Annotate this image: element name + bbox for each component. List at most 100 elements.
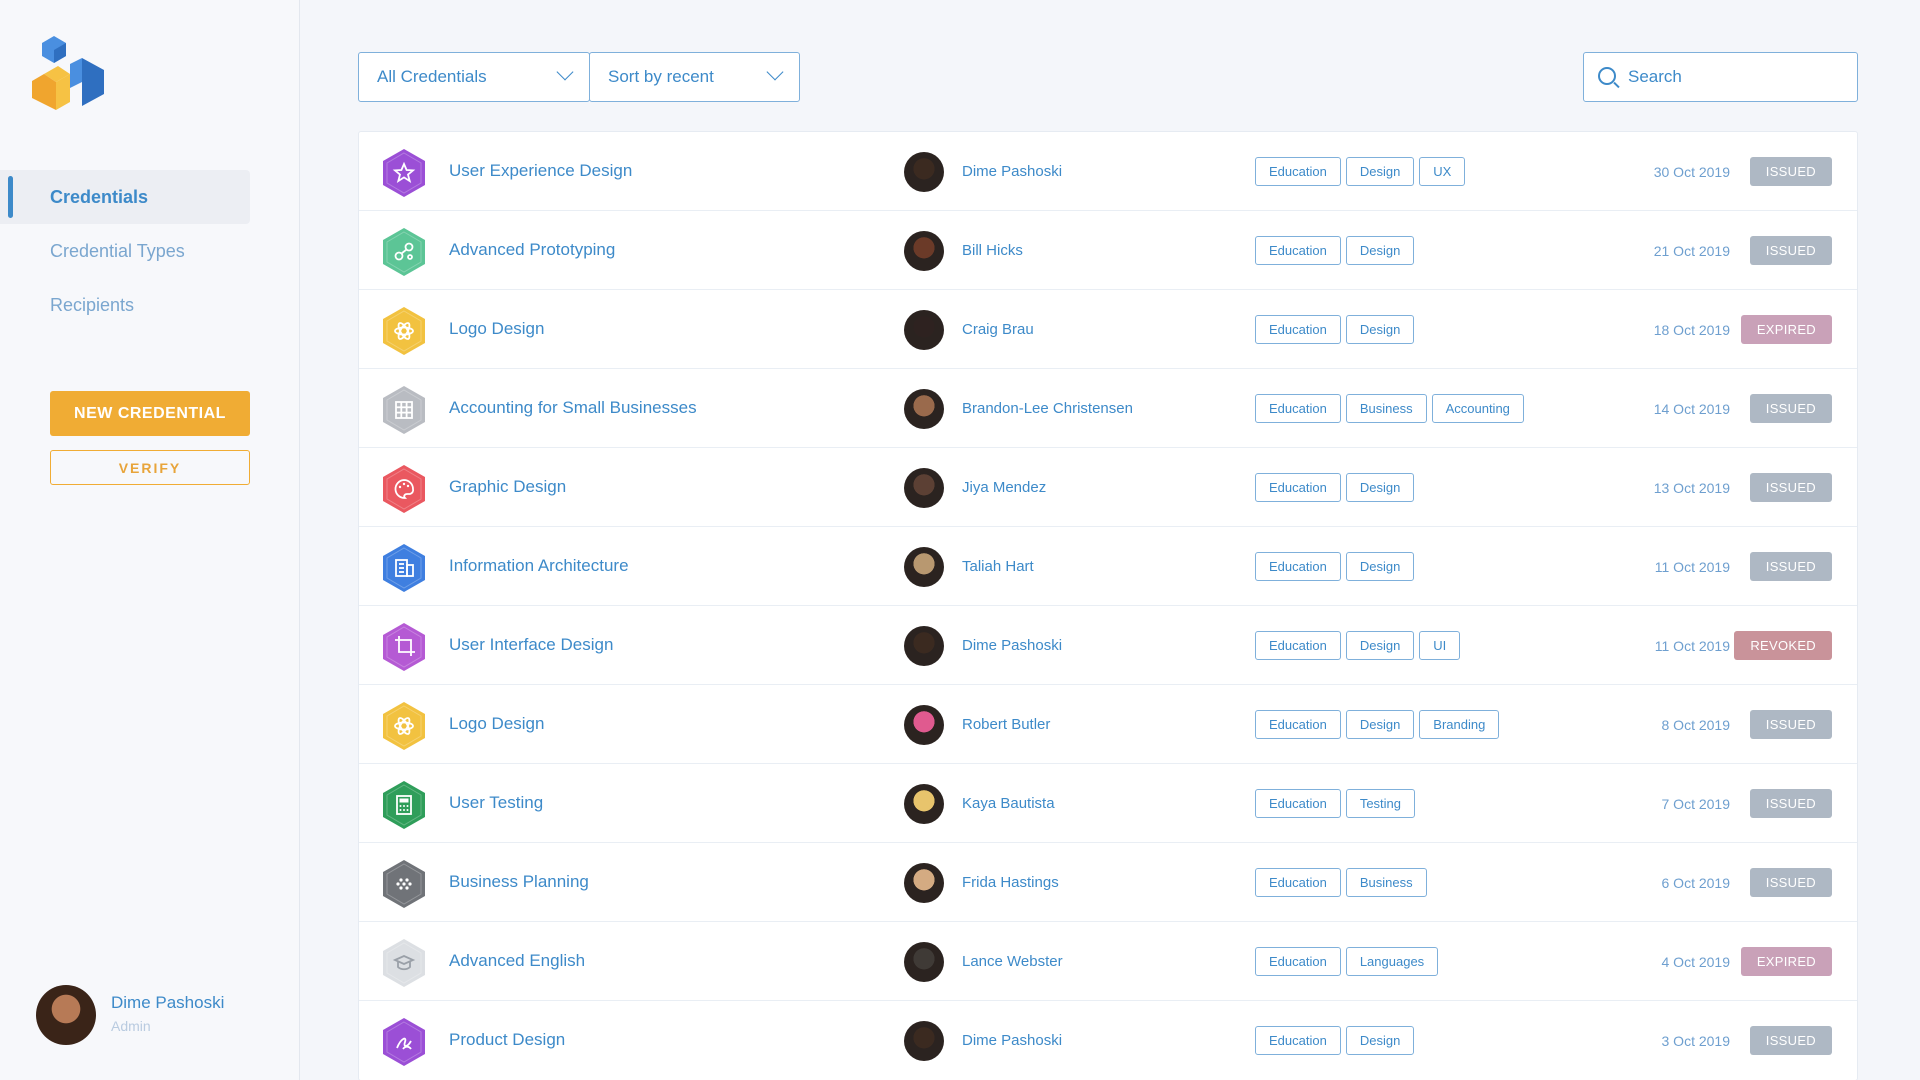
status-badge: ISSUED (1749, 394, 1832, 423)
recipient-name[interactable]: Taliah Hart (962, 558, 1034, 575)
recipient-name[interactable]: Kaya Bautista (962, 795, 1055, 812)
table-row[interactable]: Advanced Prototyping Bill Hicks Education D… (359, 211, 1857, 290)
tag[interactable]: Design (1345, 631, 1415, 660)
tag[interactable]: Testing (1345, 789, 1416, 818)
table-row[interactable]: User Experience Design Dime Pashoski Educa… (359, 132, 1857, 211)
recipient-name[interactable]: Craig Brau (962, 321, 1034, 338)
issue-date: 30 Oct 2019 (1653, 164, 1730, 180)
recipient-name[interactable]: Dime Pashoski (962, 1032, 1062, 1049)
atom-icon (381, 701, 427, 751)
tag[interactable]: Education (1255, 789, 1341, 818)
tag-list: Education Design UI (1255, 631, 1461, 660)
user-avatar (36, 985, 96, 1045)
tag[interactable]: Education (1255, 631, 1341, 660)
tag-list: Education Design (1255, 552, 1415, 581)
credential-name[interactable]: Product Design (449, 1030, 565, 1050)
search-box[interactable] (1583, 52, 1858, 102)
recipient-avatar (904, 784, 944, 824)
tag-list: Education Languages (1255, 947, 1439, 976)
graduation-cap-icon (381, 938, 427, 988)
dots-icon (381, 859, 427, 909)
user-role: Admin (111, 1018, 151, 1034)
tag[interactable]: Education (1255, 552, 1341, 581)
tag[interactable]: Design (1345, 552, 1415, 581)
credential-name[interactable]: User Experience Design (449, 161, 632, 181)
sidebar-item-credential-types[interactable]: Credential Types (0, 224, 250, 278)
sidebar-item-recipients[interactable]: Recipients (0, 278, 250, 332)
current-user[interactable]: Dime Pashoski Admin (36, 985, 286, 1045)
tag[interactable]: Education (1255, 157, 1341, 186)
sort-select[interactable]: Sort by recent (589, 52, 800, 102)
credential-name[interactable]: Graphic Design (449, 477, 566, 497)
recipient-name[interactable]: Jiya Mendez (962, 479, 1046, 496)
tag[interactable]: Education (1255, 473, 1341, 502)
credential-name[interactable]: Advanced English (449, 951, 585, 971)
credential-name[interactable]: Logo Design (449, 714, 544, 734)
recipient-name[interactable]: Frida Hastings (962, 874, 1059, 891)
sidebar-item-credentials[interactable]: Credentials (0, 170, 250, 224)
issue-date: 11 Oct 2019 (1654, 559, 1730, 575)
recipient-name[interactable]: Brandon-Lee Christensen (962, 400, 1133, 417)
status-badge: ISSUED (1749, 236, 1832, 265)
tag[interactable]: UI (1419, 631, 1461, 660)
tag[interactable]: Business (1345, 394, 1427, 423)
tag[interactable]: UX (1419, 157, 1466, 186)
table-row[interactable]: User Testing Kaya Bautista Education Testin… (359, 764, 1857, 843)
recipient-name[interactable]: Bill Hicks (962, 242, 1023, 259)
recipient-avatar (904, 389, 944, 429)
issue-date: 21 Oct 2019 (1653, 243, 1730, 259)
verify-button[interactable]: VERIFY (50, 450, 250, 485)
recipient-avatar (904, 626, 944, 666)
recipient-name[interactable]: Dime Pashoski (962, 163, 1062, 180)
new-credential-button[interactable]: NEW CREDENTIAL (50, 391, 250, 436)
tag[interactable]: Education (1255, 868, 1341, 897)
tag[interactable]: Languages (1345, 947, 1439, 976)
table-row[interactable]: Product Design Dime Pashoski Education Desi… (359, 1001, 1857, 1080)
credential-name[interactable]: User Testing (449, 793, 543, 813)
table-row[interactable]: Logo Design Robert Butler Education Design B… (359, 685, 1857, 764)
issue-date: 8 Oct 2019 (1661, 717, 1731, 733)
tag[interactable]: Accounting (1431, 394, 1524, 423)
table-row[interactable]: Information Architecture Taliah Hart Educa… (359, 527, 1857, 606)
tag[interactable]: Branding (1419, 710, 1500, 739)
main-content: All Credentials Sort by recent User Expe… (300, 0, 1920, 1080)
tag[interactable]: Education (1255, 710, 1341, 739)
credential-name[interactable]: Information Architecture (449, 556, 629, 576)
recipient-name[interactable]: Dime Pashoski (962, 637, 1062, 654)
credential-name[interactable]: Logo Design (449, 319, 544, 339)
credential-filter-value: All Credentials (377, 67, 487, 86)
tag[interactable]: Design (1345, 710, 1415, 739)
credential-name[interactable]: User Interface Design (449, 635, 613, 655)
credential-name[interactable]: Advanced Prototyping (449, 240, 615, 260)
recipient-avatar (904, 705, 944, 745)
app-logo (32, 36, 104, 110)
credential-name[interactable]: Accounting for Small Businesses (449, 398, 697, 418)
tag[interactable]: Design (1345, 473, 1415, 502)
sidebar: Credentials Credential Types Recipients NE… (0, 0, 300, 1080)
recipient-name[interactable]: Lance Webster (962, 953, 1063, 970)
table-row[interactable]: User Interface Design Dime Pashoski Educat… (359, 606, 1857, 685)
tag[interactable]: Education (1255, 315, 1341, 344)
credential-filter-select[interactable]: All Credentials (358, 52, 590, 102)
tag[interactable]: Education (1255, 236, 1341, 265)
search-input[interactable] (1628, 63, 1848, 91)
recipient-name[interactable]: Robert Butler (962, 716, 1050, 733)
tag[interactable]: Education (1255, 947, 1341, 976)
search-icon (1598, 67, 1616, 85)
status-badge: ISSUED (1749, 710, 1832, 739)
tag[interactable]: Education (1255, 1026, 1341, 1055)
table-row[interactable]: Logo Design Craig Brau Education Design 18 O… (359, 290, 1857, 369)
credential-name[interactable]: Business Planning (449, 872, 589, 892)
tag[interactable]: Design (1345, 315, 1415, 344)
table-row[interactable]: Graphic Design Jiya Mendez Education Design… (359, 448, 1857, 527)
table-row[interactable]: Accounting for Small Businesses Brandon-L… (359, 369, 1857, 448)
tag[interactable]: Design (1345, 157, 1415, 186)
tag[interactable]: Design (1345, 1026, 1415, 1055)
tag[interactable]: Design (1345, 236, 1415, 265)
table-row[interactable]: Advanced English Lance Webster Education La… (359, 922, 1857, 1001)
tag[interactable]: Business (1345, 868, 1427, 897)
tag[interactable]: Education (1255, 394, 1341, 423)
status-badge: ISSUED (1749, 552, 1832, 581)
palette-icon (381, 464, 427, 514)
table-row[interactable]: Business Planning Frida Hastings Education… (359, 843, 1857, 922)
